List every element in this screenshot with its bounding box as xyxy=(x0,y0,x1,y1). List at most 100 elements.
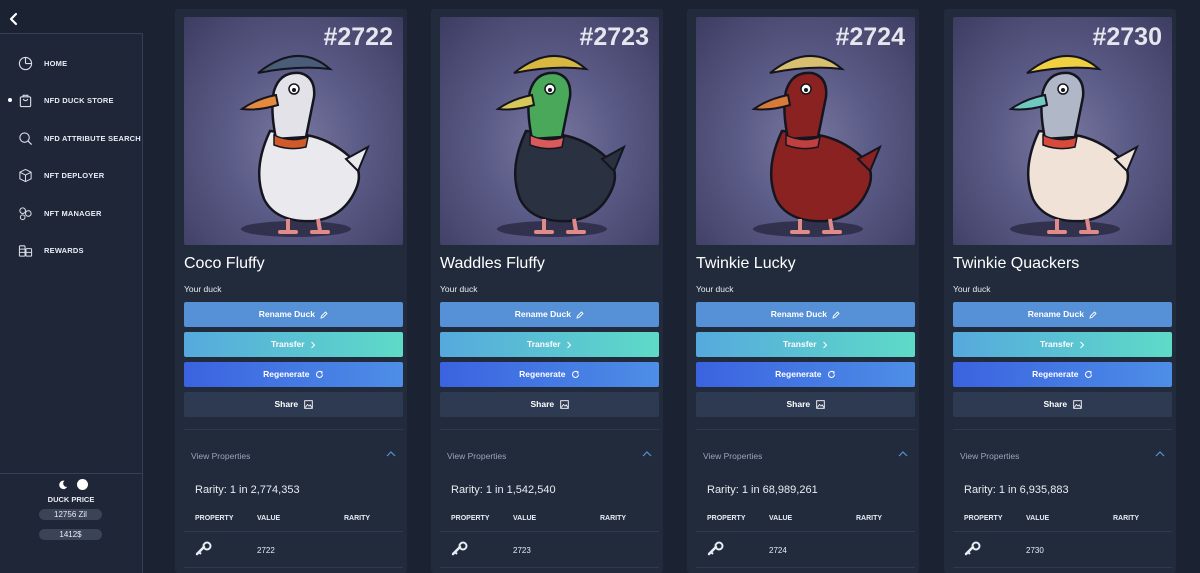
view-properties-label: View Properties xyxy=(191,451,251,461)
chevron-left-icon xyxy=(9,12,18,26)
rename-duck-button[interactable]: Rename Duck xyxy=(184,302,403,327)
table-header-divider xyxy=(184,531,403,532)
theme-toggle[interactable] xyxy=(58,479,92,493)
duck-image: #2723 xyxy=(440,17,659,245)
duck-owner-label: Your duck xyxy=(184,284,222,294)
duck-price-title: DUCK PRICE xyxy=(47,495,95,504)
sidebar-item-label: NFT DEPLOYER xyxy=(44,170,105,180)
duck-name: Twinkie Lucky xyxy=(696,255,796,272)
transfer-label: Transfer xyxy=(271,339,305,349)
share-label: Share xyxy=(530,399,555,409)
sidebar-item-nft-manager[interactable]: NFT MANAGER xyxy=(0,198,142,228)
transfer-button[interactable]: Transfer xyxy=(696,332,915,357)
share-button[interactable]: Share xyxy=(696,392,915,417)
regenerate-label: Regenerate xyxy=(263,369,310,379)
chevron-right-icon xyxy=(311,341,316,349)
regenerate-label: Regenerate xyxy=(775,369,822,379)
transfer-label: Transfer xyxy=(783,339,817,349)
regenerate-button[interactable]: Regenerate xyxy=(184,362,403,387)
duck-illustration xyxy=(239,55,370,237)
column-header-value: VALUE xyxy=(769,515,793,522)
transfer-button[interactable]: Transfer xyxy=(440,332,659,357)
coins-icon xyxy=(18,244,33,257)
view-properties-toggle[interactable]: View Properties xyxy=(440,430,659,482)
rename-label: Rename Duck xyxy=(258,309,315,319)
moon-icon xyxy=(59,480,68,490)
refresh-icon xyxy=(315,370,323,379)
table-cell-value: 2730 xyxy=(1026,546,1044,555)
pencil-icon xyxy=(576,311,584,319)
column-header-property: PROPERTY xyxy=(195,515,234,522)
chevron-right-icon xyxy=(1080,341,1085,349)
column-header-rarity: RARITY xyxy=(856,515,883,522)
active-indicator xyxy=(8,98,12,102)
duck-owner-label: Your duck xyxy=(440,284,478,294)
chevron-up-icon xyxy=(1155,451,1165,457)
rename-label: Rename Duck xyxy=(514,309,571,319)
column-header-value: VALUE xyxy=(513,515,537,522)
transfer-button[interactable]: Transfer xyxy=(184,332,403,357)
share-button[interactable]: Share xyxy=(184,392,403,417)
rarity-text: Rarity: 1 in 6,935,883 xyxy=(964,484,1069,496)
view-properties-toggle[interactable]: View Properties xyxy=(696,430,915,482)
refresh-icon xyxy=(827,370,835,379)
sidebar-item-attribute-search[interactable]: NFD ATTRIBUTE SEARCH xyxy=(0,123,142,153)
duck-image: #2730 xyxy=(953,17,1172,245)
regenerate-button[interactable]: Regenerate xyxy=(440,362,659,387)
table-row-divider xyxy=(953,567,1172,568)
sidebar-item-nft-deployer[interactable]: NFT DEPLOYER xyxy=(0,160,142,190)
regenerate-button[interactable]: Regenerate xyxy=(953,362,1172,387)
sidebar-item-label: NFD ATTRIBUTE SEARCH xyxy=(44,133,141,143)
sidebar-item-duck-store[interactable]: NFD DUCK STORE xyxy=(0,85,142,115)
share-button[interactable]: Share xyxy=(440,392,659,417)
column-header-value: VALUE xyxy=(257,515,281,522)
sidebar-item-label: NFD DUCK STORE xyxy=(44,95,114,105)
sidebar-item-home[interactable]: HOME xyxy=(0,48,142,78)
shopping-bag-icon xyxy=(19,94,32,107)
refresh-icon xyxy=(571,370,579,379)
duck-illustration xyxy=(1008,55,1139,237)
column-header-property: PROPERTY xyxy=(707,515,746,522)
share-button[interactable]: Share xyxy=(953,392,1172,417)
transfer-label: Transfer xyxy=(1040,339,1074,349)
duck-card: #2724 Twinkie Lucky Your duck Rename Duc… xyxy=(687,9,919,573)
view-properties-label: View Properties xyxy=(447,451,507,461)
table-cell-value: 2723 xyxy=(513,546,531,555)
table-header-divider xyxy=(953,531,1172,532)
property-key-icon xyxy=(451,541,468,556)
sidebar: HOME NFD DUCK STORE NFD ATTRIBUTE SEARCH… xyxy=(0,0,143,573)
table-cell-value: 2722 xyxy=(257,546,275,555)
rename-duck-button[interactable]: Rename Duck xyxy=(696,302,915,327)
property-key-icon xyxy=(195,541,212,556)
duck-card: #2723 Waddles Fluffy Your duck Rename Du… xyxy=(431,9,663,573)
transfer-button[interactable]: Transfer xyxy=(953,332,1172,357)
rename-duck-button[interactable]: Rename Duck xyxy=(440,302,659,327)
column-header-property: PROPERTY xyxy=(964,515,1003,522)
image-icon xyxy=(559,400,569,409)
duck-number: #2722 xyxy=(323,23,393,51)
sidebar-item-rewards[interactable]: REWARDS xyxy=(0,235,142,265)
column-header-property: PROPERTY xyxy=(451,515,490,522)
view-properties-label: View Properties xyxy=(960,451,1020,461)
table-header-divider xyxy=(440,531,659,532)
regenerate-button[interactable]: Regenerate xyxy=(696,362,915,387)
duck-card: #2722 Coco Fluffy Your duck Rename Duck … xyxy=(175,9,407,573)
collapse-sidebar-button[interactable] xyxy=(7,12,21,26)
share-label: Share xyxy=(786,399,811,409)
pencil-icon xyxy=(320,311,328,319)
image-icon xyxy=(815,400,825,409)
search-icon xyxy=(19,131,33,145)
rarity-text: Rarity: 1 in 1,542,540 xyxy=(451,484,556,496)
sidebar-item-label: HOME xyxy=(44,58,68,68)
rename-duck-button[interactable]: Rename Duck xyxy=(953,302,1172,327)
view-properties-toggle[interactable]: View Properties xyxy=(953,430,1172,482)
duck-number: #2730 xyxy=(1092,23,1162,51)
table-row-divider xyxy=(696,567,915,568)
column-header-value: VALUE xyxy=(1026,515,1050,522)
duck-image: #2722 xyxy=(184,17,403,245)
column-header-rarity: RARITY xyxy=(1113,515,1140,522)
duck-image: #2724 xyxy=(696,17,915,245)
duck-number: #2723 xyxy=(579,23,649,51)
view-properties-toggle[interactable]: View Properties xyxy=(184,430,403,482)
view-properties-label: View Properties xyxy=(703,451,763,461)
